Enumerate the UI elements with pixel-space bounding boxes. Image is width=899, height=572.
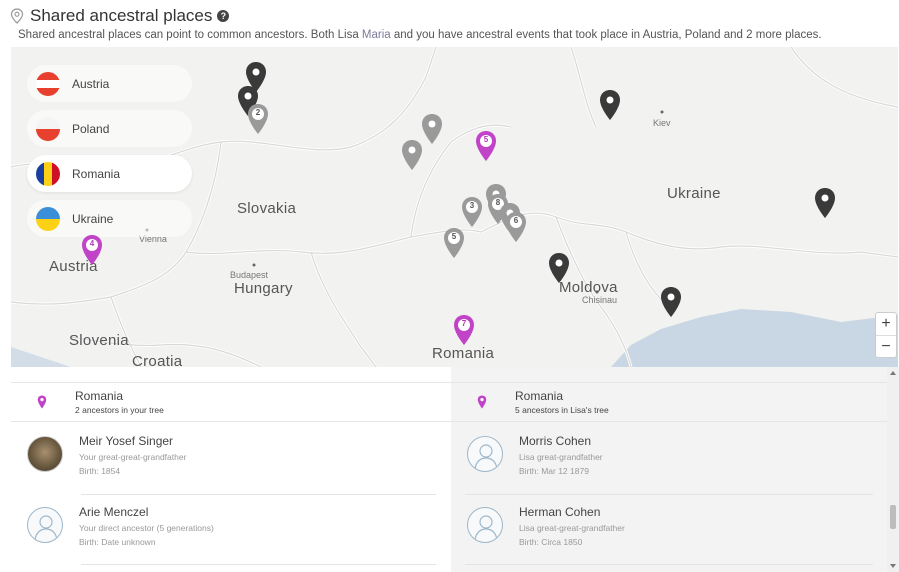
- lisa-tree-panel: Romania 5 ancestors in Lisa's tree Morri…: [451, 367, 887, 572]
- map-pin-grey-numbered[interactable]: 3: [460, 196, 484, 228]
- location-pin-icon: [10, 8, 24, 24]
- map-label-romania: Romania: [432, 345, 495, 362]
- panel-ancestor-count: 5 ancestors in Lisa's tree: [515, 405, 609, 415]
- panel-header: Romania 2 ancestors in your tree: [11, 382, 451, 422]
- poland-flag-icon: [36, 116, 60, 141]
- pin-count: 7: [461, 319, 467, 328]
- map-label-kiev: Kiev: [653, 118, 671, 128]
- scroll-down-arrow-icon[interactable]: [890, 564, 896, 568]
- pin-count: 4: [89, 239, 95, 248]
- pin-count: 5: [483, 135, 489, 144]
- country-item-poland[interactable]: Poland: [27, 110, 192, 147]
- pin-count: 2: [255, 108, 261, 117]
- pin-count: 3: [469, 201, 475, 210]
- map-label-ukraine: Ukraine: [667, 185, 721, 202]
- map-label-budapest: Budapest: [230, 270, 269, 280]
- page-title: Shared ancestral places: [30, 6, 213, 25]
- zoom-in-button[interactable]: +: [876, 313, 896, 335]
- ancestor-row[interactable]: Meir Yosef Singer Your great-great-grand…: [27, 434, 437, 496]
- panel-place: Romania: [75, 389, 124, 403]
- silhouette-icon: [467, 436, 503, 472]
- divider: [81, 564, 436, 565]
- info-icon[interactable]: ?: [217, 10, 230, 22]
- country-item-romania[interactable]: Romania: [27, 155, 192, 192]
- ancestor-name: Arie Menczel: [79, 505, 149, 519]
- ancestor-birth: Birth: Date unknown: [79, 537, 156, 547]
- map-pin-dark[interactable]: [813, 187, 837, 219]
- map-label-chisinau: Chisinau: [582, 295, 618, 305]
- ancestor-relation: Lisa great-grandfather: [519, 452, 603, 462]
- ancestor-relation: Your great-great-grandfather: [79, 452, 187, 462]
- country-item-ukraine[interactable]: Ukraine: [27, 200, 192, 237]
- ancestor-name: Morris Cohen: [519, 434, 592, 448]
- ancestor-relation: Lisa great-great-grandfather: [519, 523, 625, 533]
- map-pin-dark[interactable]: [598, 89, 622, 121]
- map-pin-purple-numbered[interactable]: 4: [80, 234, 104, 266]
- panel-place: Romania: [515, 389, 564, 403]
- map-label-hungary: Hungary: [234, 280, 293, 297]
- ancestor-birth: Birth: Mar 12 1879: [519, 466, 589, 476]
- romania-flag-icon: [36, 161, 60, 186]
- map-pin-grey-numbered[interactable]: 6: [504, 211, 528, 243]
- scroll-up-arrow-icon[interactable]: [890, 371, 896, 375]
- panel-header: Romania 5 ancestors in Lisa's tree: [451, 382, 887, 422]
- page-subtitle: Shared ancestral places can point to com…: [18, 29, 890, 41]
- map-label-croatia: Croatia: [132, 353, 183, 367]
- map-pin-grey-numbered[interactable]: 5: [442, 227, 466, 259]
- relative-name-link[interactable]: Maria: [362, 29, 391, 41]
- ancestor-relation: Your direct ancestor (5 generations): [79, 523, 214, 533]
- ancestor-row[interactable]: Morris Cohen Lisa great-grandfather Birt…: [467, 434, 877, 496]
- divider: [81, 494, 436, 495]
- zoom-out-button[interactable]: −: [876, 335, 896, 357]
- map-label-slovenia: Slovenia: [69, 332, 129, 349]
- panel-scrollbar[interactable]: [887, 367, 899, 572]
- panel-ancestor-count: 2 ancestors in your tree: [75, 405, 164, 415]
- divider: [465, 564, 873, 565]
- subtitle-text-after: and you have ancestral events that took …: [393, 29, 822, 41]
- location-pin-icon: [477, 395, 487, 409]
- map-pin-purple-numbered[interactable]: 5: [474, 130, 498, 162]
- ancestor-birth: Birth: Circa 1850: [519, 537, 583, 547]
- map-pin-dark[interactable]: [547, 252, 571, 284]
- your-tree-panel: Romania 2 ancestors in your tree Meir Yo…: [11, 367, 451, 572]
- silhouette-icon: [467, 507, 503, 543]
- subtitle-text-before: Shared ancestral places can point to com…: [18, 29, 359, 41]
- ancestors-comparison: Romania 2 ancestors in your tree Meir Yo…: [11, 367, 887, 572]
- map-pin-grey-numbered[interactable]: 2: [246, 103, 270, 135]
- country-item-austria[interactable]: Austria: [27, 65, 192, 102]
- ancestor-birth: Birth: 1854: [79, 466, 121, 476]
- country-name: Ukraine: [72, 211, 114, 226]
- pin-count: 5: [451, 232, 457, 241]
- ancestor-row[interactable]: Herman Cohen Lisa great-great-grandfathe…: [467, 505, 877, 567]
- location-pin-icon: [37, 395, 47, 409]
- ancestor-name: Meir Yosef Singer: [79, 434, 174, 448]
- country-name: Poland: [72, 121, 110, 136]
- ancestral-places-map[interactable]: Slovakia Vienna Austria Budapest Hungary…: [11, 47, 898, 367]
- ancestor-name: Herman Cohen: [519, 505, 601, 519]
- country-name: Austria: [72, 76, 110, 91]
- map-pin-grey[interactable]: [400, 139, 424, 171]
- ancestor-row[interactable]: Arie Menczel Your direct ancestor (5 gen…: [27, 505, 437, 567]
- section-header: Shared ancestral places ? Shared ancestr…: [10, 6, 890, 46]
- map-label-slovakia: Slovakia: [237, 200, 297, 217]
- map-zoom-controls: + −: [875, 312, 897, 358]
- country-name: Romania: [72, 166, 121, 181]
- scrollbar-thumb[interactable]: [890, 505, 896, 529]
- austria-flag-icon: [36, 71, 60, 96]
- silhouette-icon: [27, 507, 63, 543]
- avatar: [27, 436, 63, 472]
- map-pin-purple-numbered[interactable]: 7: [452, 314, 476, 346]
- divider: [465, 494, 873, 495]
- ukraine-flag-icon: [36, 206, 60, 231]
- map-pin-dark[interactable]: [659, 286, 683, 318]
- pin-count: 6: [513, 216, 519, 225]
- country-filter-list: Austria Poland Romania Ukraine: [27, 65, 192, 245]
